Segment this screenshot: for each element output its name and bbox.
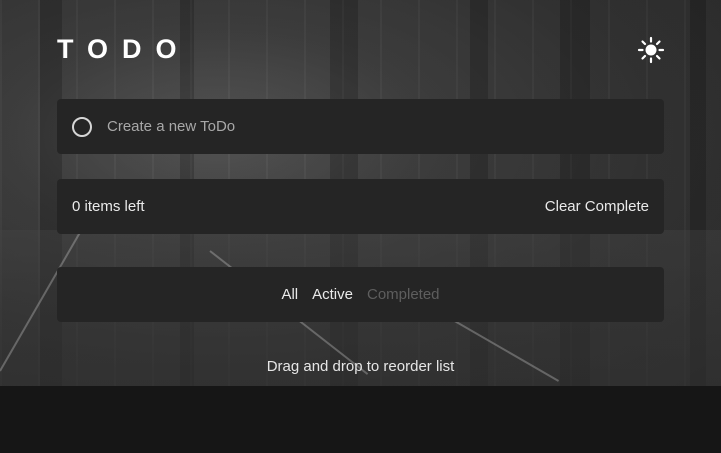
sun-icon — [637, 36, 665, 64]
app-title: TODO — [57, 34, 191, 64]
new-todo-card — [57, 99, 664, 154]
filter-completed[interactable]: Completed — [367, 286, 440, 303]
filter-active[interactable]: Active — [312, 286, 353, 303]
filter-all[interactable]: All — [281, 286, 298, 303]
filter-bar: All Active Completed — [57, 267, 664, 322]
reorder-hint: Drag and drop to reorder list — [266, 358, 455, 375]
new-todo-input[interactable] — [107, 118, 607, 135]
items-left-count: 0 items left — [72, 198, 145, 215]
todo-summary-bar: 0 items left Clear Complete — [57, 179, 664, 234]
theme-toggle-button[interactable] — [637, 36, 665, 64]
clear-complete-button[interactable]: Clear Complete — [545, 198, 649, 215]
check-circle-icon[interactable] — [72, 116, 92, 137]
